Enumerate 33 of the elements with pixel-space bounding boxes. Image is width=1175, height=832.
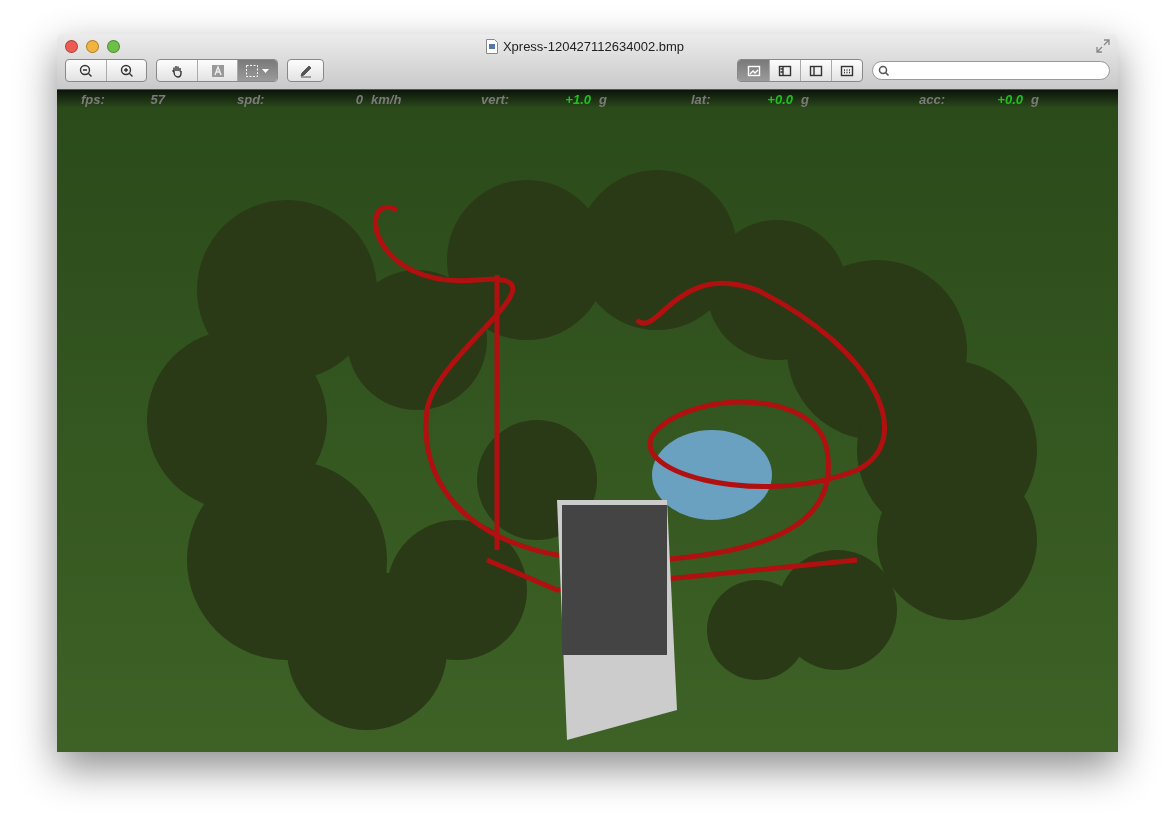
sidebar-view-icon [778,63,792,78]
zoom-in-icon [119,63,134,78]
fullscreen-icon[interactable] [1096,39,1110,53]
hud-unit: g [599,91,607,107]
pencil-icon [298,63,313,78]
hud-unit: km/h [371,91,402,107]
document-icon [485,39,498,54]
annotate-button[interactable] [287,59,324,82]
hud-value: +0.0 [996,91,1023,107]
window-title: Xpress-120427112634002.bmp [502,39,685,54]
image-view-icon [746,63,761,78]
hud-label: vert: [481,91,511,107]
selection-tool-button[interactable] [237,60,277,81]
selection-icon [244,63,271,78]
hud-label: acc: [919,91,947,107]
hud-unit: g [1031,91,1039,107]
hud-label: spd: [237,91,266,107]
hud-value: +0.0 [766,91,793,107]
hud-label: lat: [691,91,712,107]
minimize-button[interactable] [86,40,99,53]
zoom-button[interactable] [107,40,120,53]
sidebar-view-icon [809,63,823,78]
hud-value: 57 [149,91,165,107]
hud-unit: g [801,91,809,107]
grid-view-icon [840,63,854,78]
zoom-out-icon [79,63,93,78]
hand-icon [170,63,184,78]
hud-label: fps: [81,91,106,107]
search-field[interactable] [872,61,1110,80]
hud-value: 0 [354,91,363,107]
hud-value: +1.0 [564,91,591,107]
close-button[interactable] [65,40,78,53]
text-tool-icon [210,63,225,78]
